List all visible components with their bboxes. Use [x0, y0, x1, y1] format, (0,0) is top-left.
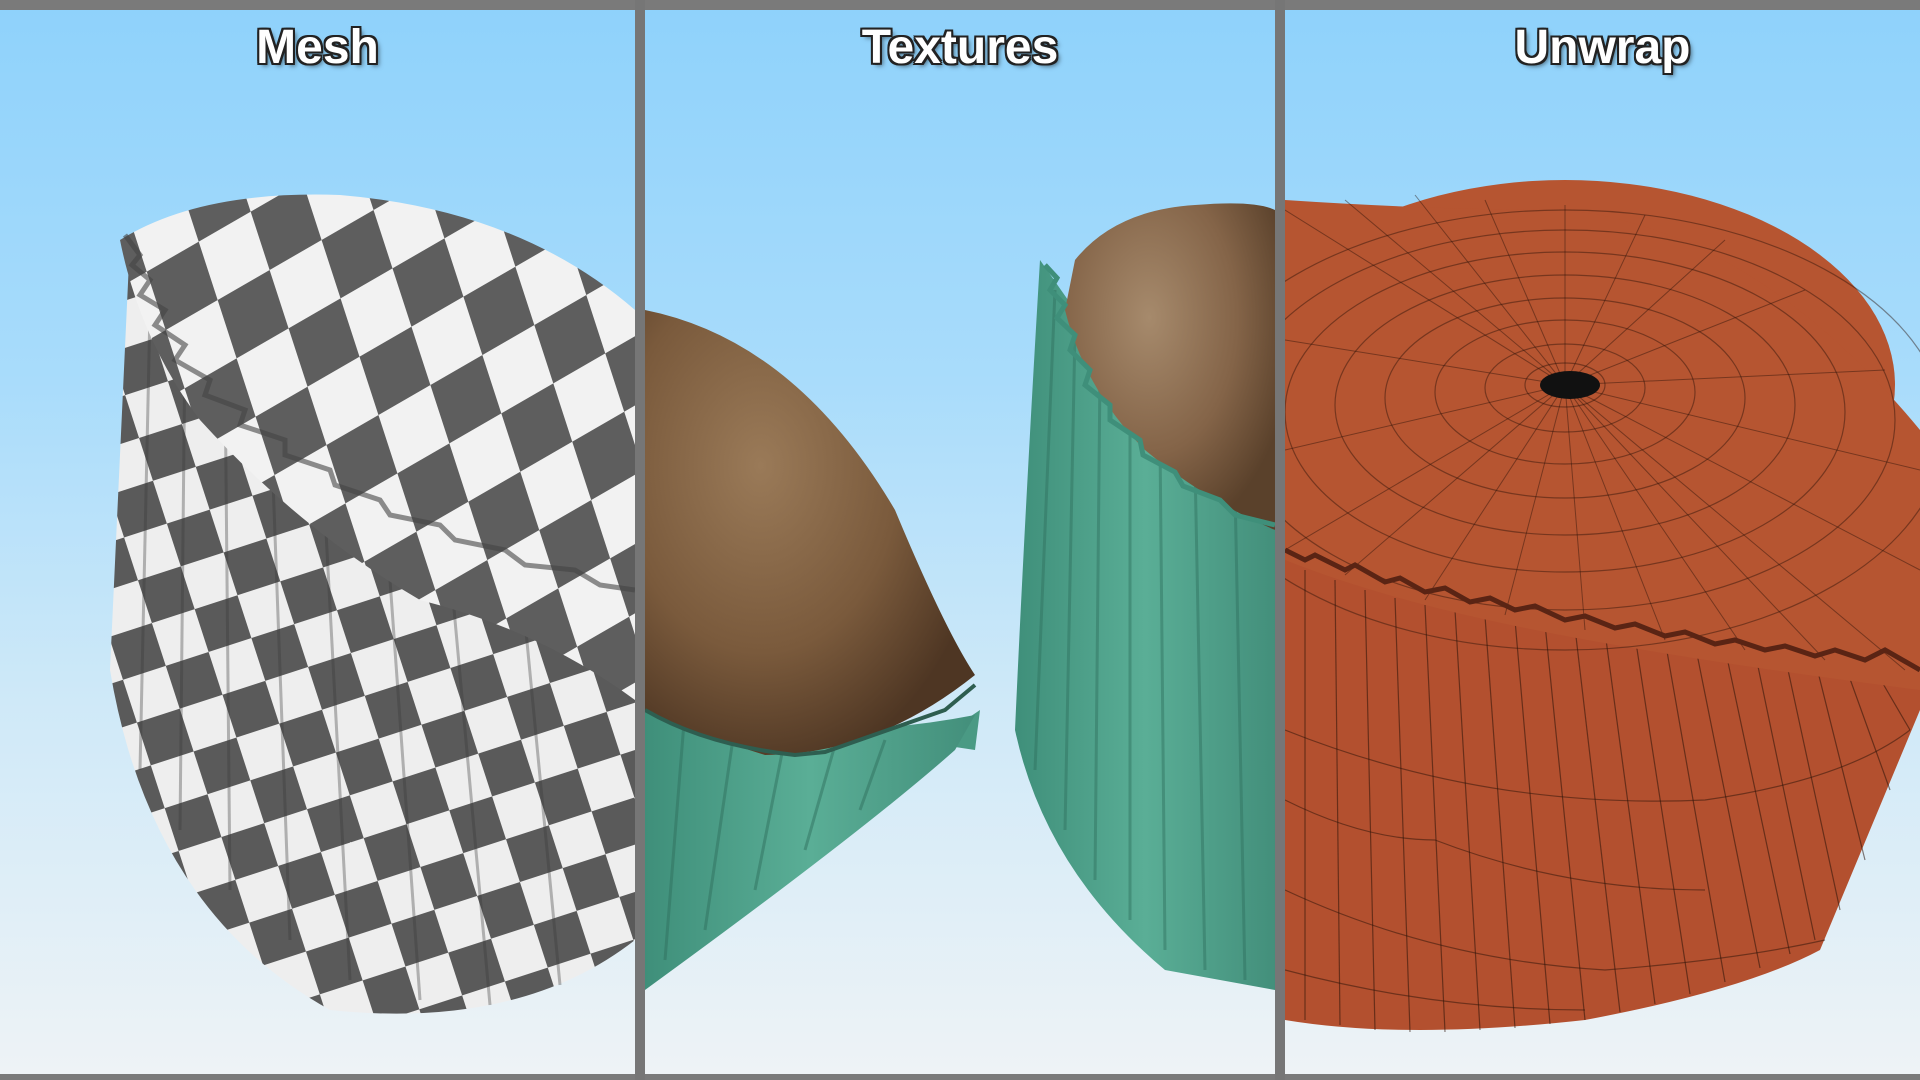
wireframe-cupcake-render — [1285, 180, 1920, 1033]
unwrap-title: Unwrap — [1514, 21, 1691, 74]
unwrap-panel: Unwrap — [1285, 10, 1920, 1074]
mesh-panel: Mesh — [0, 10, 635, 1074]
checker-cupcake-render — [110, 194, 635, 1014]
mesh-title: Mesh — [256, 21, 379, 74]
textured-cupcake-render — [645, 203, 1275, 990]
panel-divider — [1275, 0, 1285, 1080]
textures-panel: Textures — [645, 10, 1275, 1074]
panel-divider — [635, 0, 645, 1080]
textures-title: Textures — [861, 21, 1059, 74]
